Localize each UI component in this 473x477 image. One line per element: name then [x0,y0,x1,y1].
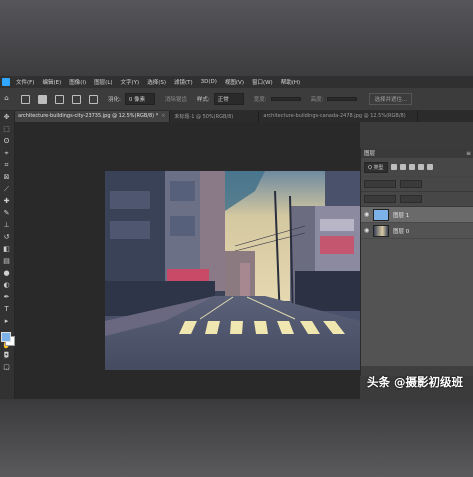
brush-tool-icon[interactable]: ✎ [2,209,11,218]
gradient-tool-icon[interactable]: ▤ [2,257,11,266]
menu-bar: 文件(F) 编辑(E) 图像(I) 图层(L) 文字(Y) 选择(S) 滤镜(T… [0,76,473,88]
new-selection-icon[interactable] [38,94,47,104]
quick-mask-icon[interactable]: ◘ [2,351,11,360]
watermark-text: 头条 @摄影初级班 [367,375,464,389]
menu-layer[interactable]: 图层(L) [94,78,112,86]
menu-window[interactable]: 窗口(W) [252,78,273,86]
tab-label: architecture-buildings-canada-2478.jpg @… [263,113,406,119]
frame-tool-icon[interactable]: ⊠ [2,173,11,182]
lasso-tool-icon[interactable]: ʘ [2,137,11,146]
tab-label: architecture-buildings-city-23735.jpg @ … [18,113,159,119]
height-input[interactable] [327,97,358,101]
marquee-tool-preset-icon[interactable] [21,94,30,104]
intersect-selection-icon[interactable] [89,94,98,104]
tab-document-2[interactable]: 未标题-1 @ 50%(RGB/8) [170,111,260,122]
feather-label: 羽化: [108,97,121,103]
visibility-eye-icon[interactable]: ◉ [364,227,373,234]
quick-select-tool-icon[interactable]: ⌖ [2,149,11,158]
healing-brush-tool-icon[interactable]: ✚ [2,197,11,206]
layer-row[interactable]: ◉ 图层 0 [361,223,473,239]
panel-menu-icon[interactable]: ≡ [466,150,471,157]
fill-input[interactable] [400,195,422,203]
type-filter-icon[interactable] [408,164,415,170]
opacity-input[interactable] [400,180,422,188]
style-select[interactable]: 正常 [213,93,244,105]
visibility-eye-icon[interactable]: ◉ [364,211,373,218]
menu-select[interactable]: 选择(S) [147,78,166,86]
layer-name: 图层 0 [393,228,410,235]
dodge-tool-icon[interactable]: ◐ [2,281,11,290]
history-brush-tool-icon[interactable]: ↺ [2,233,11,242]
options-bar: ⌂ 羽化: 0 像素 消除锯齿 样式: 正常 宽度: 高度: 选择并遮住... [0,88,473,111]
layers-panel-header: 图层 ≡ [361,148,473,158]
eraser-tool-icon[interactable]: ◧ [2,245,11,254]
menu-type[interactable]: 文字(Y) [121,78,140,86]
select-and-mask-button[interactable]: 选择并遮住... [369,93,413,105]
smart-object-filter-icon[interactable] [426,164,433,170]
layer-thumbnail [373,208,389,221]
pen-tool-icon[interactable]: ✒ [2,293,11,302]
type-tool-icon[interactable]: T [2,305,11,314]
layer-name: 图层 1 [393,212,410,219]
layer-filter-bar: Q 类型 [361,158,473,177]
document-tabs: architecture-buildings-city-23735.jpg @ … [14,111,473,122]
menu-image[interactable]: 图像(I) [69,78,86,86]
antialias-checkbox[interactable]: 消除锯齿 [165,95,187,103]
layers-panel-title[interactable]: 图层 [364,149,375,157]
tools-panel: ✥ ⬚ ʘ ⌖ ⌗ ⊠ ⟋ ✚ ✎ ⊥ ↺ ◧ ▤ ● ◐ ✒ T ▸ ▭ ✋ … [0,111,15,399]
canvas-area[interactable] [15,122,360,399]
add-selection-icon[interactable] [55,94,64,104]
layer-row[interactable]: ◉ 图层 1 [361,207,473,223]
lock-controls[interactable] [364,195,396,203]
blend-opacity-row [361,177,473,192]
menu-file[interactable]: 文件(F) [16,78,34,86]
foreground-color-swatch[interactable] [1,332,11,342]
layers-panel: 图层 ≡ Q 类型 ◉ 图层 1 ◉ 图层 0 [360,148,473,376]
layer-thumbnail [373,224,389,237]
street-photo-image [105,171,360,370]
photoshop-window: 文件(F) 编辑(E) 图像(I) 图层(L) 文字(Y) 选择(S) 滤镜(T… [0,76,473,399]
layer-filter-select[interactable]: Q 类型 [364,161,388,173]
blur-tool-icon[interactable]: ● [2,269,11,278]
width-label: 宽度: [253,97,267,103]
style-label: 样式: [196,97,210,103]
subtract-selection-icon[interactable] [72,94,81,104]
close-icon[interactable]: × [161,113,165,119]
home-icon[interactable]: ⌂ [2,94,11,103]
menu-edit[interactable]: 编辑(E) [42,78,61,86]
feather-input[interactable]: 0 像素 [124,93,155,105]
eyedropper-tool-icon[interactable]: ⟋ [2,185,11,194]
lock-fill-row [361,192,473,207]
tab-document-3[interactable]: architecture-buildings-canada-2478.jpg @… [259,111,419,122]
clone-stamp-tool-icon[interactable]: ⊥ [2,221,11,230]
street-photo[interactable] [105,171,360,370]
tab-label: 未标题-1 @ 50%(RGB/8) [174,114,234,120]
path-select-tool-icon[interactable]: ▸ [2,317,11,326]
photoshop-logo-icon [2,78,10,86]
blend-mode-select[interactable] [364,180,396,188]
menu-3d[interactable]: 3D(D) [201,79,217,85]
height-label: 高度: [310,97,324,103]
pixel-filter-icon[interactable] [390,164,397,170]
background-top [0,0,473,78]
shape-filter-icon[interactable] [417,164,424,170]
menu-view[interactable]: 视图(V) [225,78,244,86]
marquee-tool-icon[interactable]: ⬚ [2,125,11,134]
width-input[interactable] [270,97,301,101]
crop-tool-icon[interactable]: ⌗ [2,161,11,170]
background-bottom [0,398,473,477]
move-tool-icon[interactable]: ✥ [2,113,11,122]
menu-help[interactable]: 帮助(H) [281,78,300,86]
adjustment-filter-icon[interactable] [399,164,406,170]
menu-filter[interactable]: 滤镜(T) [174,78,193,86]
tab-document-1[interactable]: architecture-buildings-city-23735.jpg @ … [14,111,171,122]
screen-mode-icon[interactable]: ▢ [2,363,11,372]
